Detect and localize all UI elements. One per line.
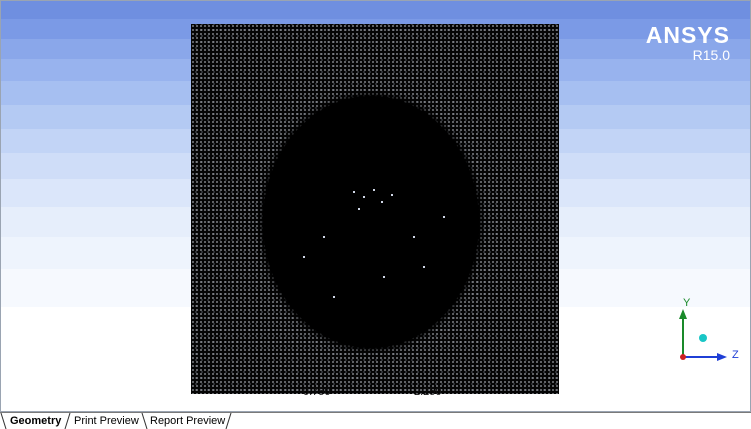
mesh-node (353, 191, 355, 193)
mesh-node (381, 201, 383, 203)
tab-divider-icon (225, 413, 232, 429)
tick-label: 0.750 (303, 386, 331, 398)
tab-divider-icon (64, 413, 71, 429)
mesh-model[interactable] (191, 24, 559, 394)
mesh-node (391, 194, 393, 196)
scale-ruler: 0.750 2.250 (191, 381, 559, 398)
y-axis-label: Y (683, 297, 691, 309)
product-name: ANSYS (645, 22, 730, 48)
circular-cavity (263, 96, 479, 348)
tab-report-preview[interactable]: Report Preview (148, 413, 227, 429)
ansys-logo: ANSYS R15.0 (646, 23, 730, 63)
mesh-node (333, 296, 335, 298)
mesh-node (358, 208, 360, 210)
mesh-node (443, 216, 445, 218)
geometry-viewport[interactable]: 0.750 2.250 ANSYS R15.0 Y Z (0, 0, 751, 412)
mesh-node (363, 196, 365, 198)
mesh-node (423, 266, 425, 268)
tab-divider-icon (0, 413, 7, 429)
product-version: R15.0 (692, 47, 730, 63)
mesh-node (413, 236, 415, 238)
mesh-node (323, 236, 325, 238)
tab-geometry[interactable]: Geometry (8, 413, 63, 429)
mesh-node (303, 256, 305, 258)
tab-print-preview[interactable]: Print Preview (72, 413, 141, 429)
view-tabs: Geometry Print Preview Report Preview (0, 412, 751, 429)
z-axis-label: Z (732, 349, 739, 361)
mesh-node (383, 276, 385, 278)
tick-label: 2.250 (414, 386, 442, 398)
coordinate-triad[interactable]: Y Z (669, 297, 749, 369)
mesh-node (373, 189, 375, 191)
